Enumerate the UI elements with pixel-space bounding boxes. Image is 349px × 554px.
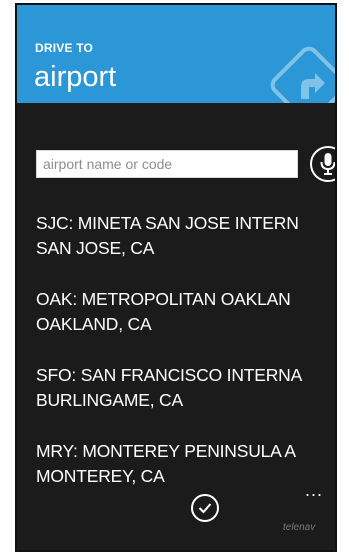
- microphone-button[interactable]: [310, 146, 335, 182]
- results-list: SJC: MINETA SAN JOSE INTERN SAN JOSE, CA…: [36, 211, 335, 515]
- header: DRIVE TO airport: [17, 5, 335, 103]
- list-item[interactable]: SJC: MINETA SAN JOSE INTERN SAN JOSE, CA: [36, 211, 335, 287]
- brand-watermark: telenav: [283, 522, 316, 533]
- microphone-icon: [320, 153, 335, 175]
- checkmark-icon: [198, 503, 212, 514]
- result-location: SAN JOSE, CA: [36, 238, 155, 258]
- ok-button[interactable]: [191, 494, 219, 522]
- more-button[interactable]: ...: [305, 480, 323, 501]
- search-row: [36, 146, 335, 184]
- result-title: MRY: MONTEREY PENINSULA A: [36, 441, 296, 461]
- page-title: airport: [34, 61, 117, 93]
- list-item[interactable]: OAK: METROPOLITAN OAKLAN OAKLAND, CA: [36, 287, 335, 363]
- result-location: OAKLAND, CA: [36, 314, 152, 334]
- result-location: BURLINGAME, CA: [36, 390, 183, 410]
- result-title: SJC: MINETA SAN JOSE INTERN: [36, 213, 299, 233]
- phone-screen: DRIVE TO airport SJC: MINETA SAN JOSE IN…: [15, 3, 337, 552]
- search-input[interactable]: [36, 150, 298, 178]
- app-bar: ... telenav: [17, 480, 335, 550]
- result-title: SFO: SAN FRANCISCO INTERNA: [36, 365, 303, 385]
- telenav-logo-icon: [270, 46, 335, 103]
- header-eyebrow: DRIVE TO: [35, 41, 94, 55]
- list-item[interactable]: SFO: SAN FRANCISCO INTERNA BURLINGAME, C…: [36, 363, 335, 439]
- result-title: OAK: METROPOLITAN OAKLAN: [36, 289, 291, 309]
